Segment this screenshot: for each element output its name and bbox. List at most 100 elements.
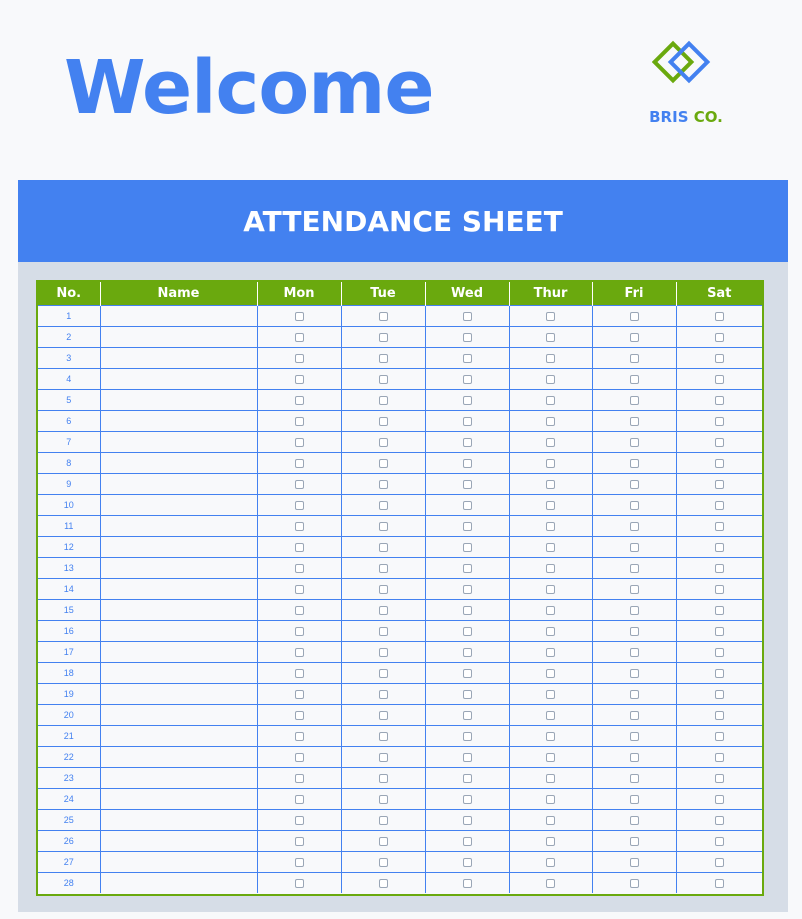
- checkbox-icon[interactable]: [294, 648, 304, 658]
- checkbox-icon[interactable]: [714, 417, 724, 427]
- checkbox-icon[interactable]: [546, 543, 555, 553]
- checkbox-icon[interactable]: [462, 837, 472, 847]
- checkbox-icon[interactable]: [294, 438, 304, 448]
- checkbox-icon[interactable]: [714, 354, 724, 364]
- checkbox-icon[interactable]: [462, 354, 472, 364]
- checkbox-icon[interactable]: [378, 417, 388, 427]
- checkbox-icon[interactable]: [378, 312, 388, 322]
- checkbox-icon[interactable]: [546, 774, 555, 784]
- checkbox-icon[interactable]: [546, 837, 555, 847]
- checkbox-icon[interactable]: [378, 690, 388, 700]
- checkbox-icon[interactable]: [462, 585, 472, 595]
- checkbox-icon[interactable]: [714, 501, 724, 511]
- checkbox-icon[interactable]: [546, 417, 555, 427]
- checkbox-icon[interactable]: [546, 690, 555, 700]
- checkbox-icon[interactable]: [546, 438, 555, 448]
- checkbox-icon[interactable]: [629, 795, 639, 805]
- checkbox-icon[interactable]: [546, 606, 555, 616]
- checkbox-icon[interactable]: [546, 858, 555, 868]
- name-cell[interactable]: [99, 788, 258, 810]
- checkbox-icon[interactable]: [378, 396, 388, 406]
- checkbox-icon[interactable]: [714, 480, 724, 490]
- checkbox-icon[interactable]: [294, 732, 304, 742]
- checkbox-icon[interactable]: [462, 627, 472, 637]
- name-cell[interactable]: [99, 452, 258, 474]
- checkbox-icon[interactable]: [294, 375, 304, 385]
- checkbox-icon[interactable]: [714, 732, 724, 742]
- name-cell[interactable]: [99, 410, 258, 432]
- checkbox-icon[interactable]: [546, 375, 555, 385]
- checkbox-icon[interactable]: [294, 795, 304, 805]
- checkbox-icon[interactable]: [629, 816, 639, 826]
- checkbox-icon[interactable]: [629, 753, 639, 763]
- checkbox-icon[interactable]: [714, 333, 724, 343]
- checkbox-icon[interactable]: [546, 312, 555, 322]
- checkbox-icon[interactable]: [378, 816, 388, 826]
- name-cell[interactable]: [99, 851, 258, 873]
- checkbox-icon[interactable]: [294, 879, 304, 889]
- checkbox-icon[interactable]: [546, 564, 555, 574]
- name-cell[interactable]: [99, 704, 258, 726]
- checkbox-icon[interactable]: [546, 333, 555, 343]
- checkbox-icon[interactable]: [629, 459, 639, 469]
- checkbox-icon[interactable]: [462, 564, 472, 574]
- name-cell[interactable]: [99, 347, 258, 369]
- checkbox-icon[interactable]: [714, 648, 724, 658]
- checkbox-icon[interactable]: [629, 858, 639, 868]
- checkbox-icon[interactable]: [462, 375, 472, 385]
- name-cell[interactable]: [99, 473, 258, 495]
- checkbox-icon[interactable]: [546, 648, 555, 658]
- checkbox-icon[interactable]: [294, 459, 304, 469]
- checkbox-icon[interactable]: [546, 711, 555, 721]
- checkbox-icon[interactable]: [546, 879, 555, 889]
- name-cell[interactable]: [99, 746, 258, 768]
- checkbox-icon[interactable]: [294, 564, 304, 574]
- checkbox-icon[interactable]: [294, 396, 304, 406]
- checkbox-icon[interactable]: [462, 795, 472, 805]
- name-cell[interactable]: [99, 389, 258, 411]
- name-cell[interactable]: [99, 809, 258, 831]
- checkbox-icon[interactable]: [714, 753, 724, 763]
- checkbox-icon[interactable]: [378, 858, 388, 868]
- checkbox-icon[interactable]: [462, 501, 472, 511]
- checkbox-icon[interactable]: [546, 753, 555, 763]
- checkbox-icon[interactable]: [378, 648, 388, 658]
- name-cell[interactable]: [99, 683, 258, 705]
- checkbox-icon[interactable]: [629, 354, 639, 364]
- checkbox-icon[interactable]: [462, 753, 472, 763]
- checkbox-icon[interactable]: [294, 501, 304, 511]
- checkbox-icon[interactable]: [629, 543, 639, 553]
- checkbox-icon[interactable]: [378, 480, 388, 490]
- checkbox-icon[interactable]: [462, 522, 472, 532]
- checkbox-icon[interactable]: [629, 627, 639, 637]
- checkbox-icon[interactable]: [294, 522, 304, 532]
- name-cell[interactable]: [99, 578, 258, 600]
- checkbox-icon[interactable]: [629, 648, 639, 658]
- name-cell[interactable]: [99, 641, 258, 663]
- checkbox-icon[interactable]: [546, 354, 555, 364]
- checkbox-icon[interactable]: [294, 543, 304, 553]
- checkbox-icon[interactable]: [294, 606, 304, 616]
- checkbox-icon[interactable]: [294, 753, 304, 763]
- checkbox-icon[interactable]: [714, 795, 724, 805]
- checkbox-icon[interactable]: [294, 354, 304, 364]
- checkbox-icon[interactable]: [714, 837, 724, 847]
- name-cell[interactable]: [99, 305, 258, 327]
- checkbox-icon[interactable]: [462, 606, 472, 616]
- checkbox-icon[interactable]: [378, 837, 388, 847]
- checkbox-icon[interactable]: [546, 480, 555, 490]
- checkbox-icon[interactable]: [714, 858, 724, 868]
- checkbox-icon[interactable]: [294, 669, 304, 679]
- checkbox-icon[interactable]: [378, 459, 388, 469]
- checkbox-icon[interactable]: [378, 585, 388, 595]
- checkbox-icon[interactable]: [294, 837, 304, 847]
- checkbox-icon[interactable]: [546, 795, 555, 805]
- name-cell[interactable]: [99, 557, 258, 579]
- checkbox-icon[interactable]: [629, 585, 639, 595]
- checkbox-icon[interactable]: [294, 816, 304, 826]
- checkbox-icon[interactable]: [546, 816, 555, 826]
- checkbox-icon[interactable]: [714, 375, 724, 385]
- checkbox-icon[interactable]: [629, 669, 639, 679]
- checkbox-icon[interactable]: [629, 480, 639, 490]
- checkbox-icon[interactable]: [378, 732, 388, 742]
